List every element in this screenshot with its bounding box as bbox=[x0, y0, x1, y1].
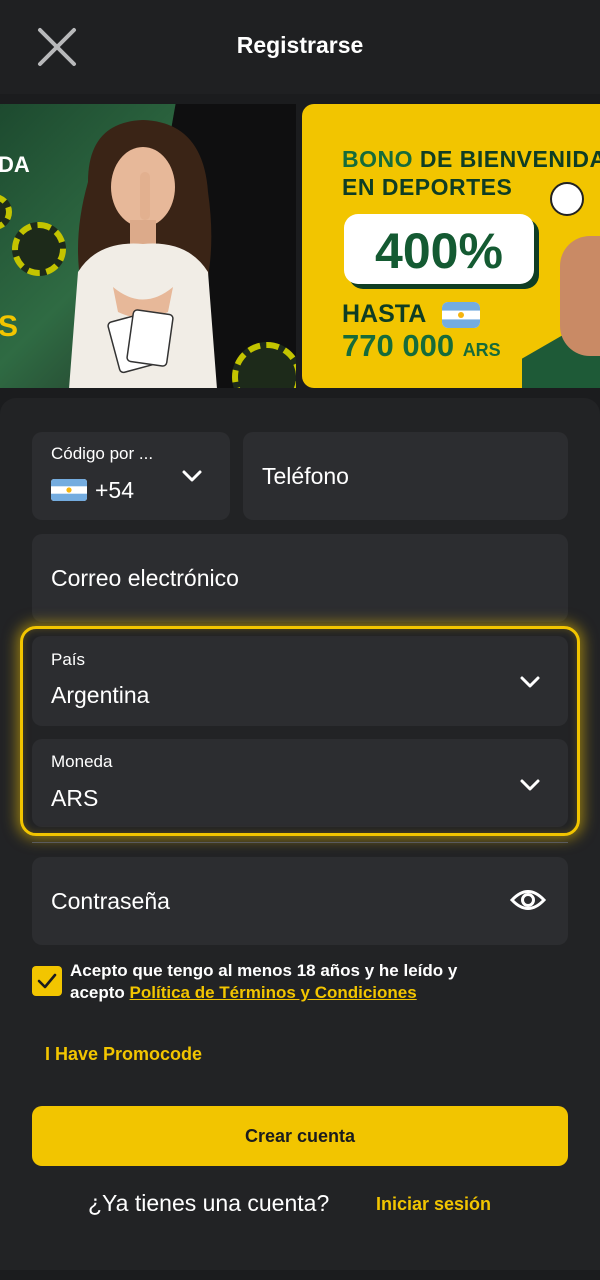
banner-headline-line2: EN DEPORTES bbox=[342, 174, 513, 200]
email-field[interactable]: Correo electrónico bbox=[32, 534, 568, 622]
chevron-down-icon bbox=[520, 779, 540, 791]
country-value: Argentina bbox=[51, 682, 150, 708]
banner-hasta: HASTA bbox=[342, 300, 427, 328]
banner-amount: 770 000 ARS bbox=[342, 328, 501, 364]
password-field[interactable]: Contraseña bbox=[32, 857, 568, 945]
soccer-ball-icon bbox=[550, 182, 584, 216]
banner-bono-word: BONO bbox=[342, 146, 413, 172]
phone-field[interactable]: Teléfono bbox=[243, 432, 568, 520]
divider bbox=[32, 842, 568, 843]
banner-left-text: DA bbox=[0, 152, 30, 177]
chevron-down-icon bbox=[182, 470, 202, 482]
terms-text: Acepto que tengo al menos 18 años y he l… bbox=[70, 960, 510, 1004]
country-code-label: Código por ... bbox=[51, 444, 154, 463]
country-code-value: +54 bbox=[95, 477, 135, 503]
phone-placeholder: Teléfono bbox=[262, 463, 349, 489]
terms-link[interactable]: Política de Términos y Condiciones bbox=[130, 983, 417, 1002]
page-title: Registrarse bbox=[236, 32, 364, 58]
currency-value: ARS bbox=[51, 785, 99, 811]
banner-percent: 400% bbox=[375, 223, 503, 279]
country-code-select[interactable]: Código por ... +54 bbox=[32, 432, 230, 520]
login-link[interactable]: Iniciar sesión bbox=[376, 1194, 491, 1215]
email-placeholder: Correo electrónico bbox=[51, 565, 239, 591]
promo-banner[interactable]: DA S BONO DE BIENVENIDA EN DEPORTES 400%… bbox=[0, 104, 600, 388]
terms-checkbox[interactable] bbox=[32, 966, 62, 996]
woman-illustration bbox=[69, 120, 217, 388]
create-account-button[interactable]: Crear cuenta bbox=[32, 1106, 568, 1166]
chevron-down-icon bbox=[520, 676, 540, 688]
password-placeholder: Contraseña bbox=[51, 888, 170, 914]
promocode-link[interactable]: I Have Promocode bbox=[45, 1044, 202, 1065]
banner-bono-rest: DE BIENVENIDA bbox=[419, 146, 600, 172]
country-select[interactable]: País Argentina bbox=[32, 636, 568, 726]
header: Registrarse bbox=[0, 0, 600, 94]
checkmark-icon bbox=[37, 973, 57, 989]
banner-headline: BONO DE BIENVENIDA bbox=[342, 146, 600, 173]
have-account-text: ¿Ya tienes una cuenta? bbox=[88, 1190, 330, 1216]
banner-amount-currency: ARS bbox=[462, 340, 501, 360]
eye-icon[interactable] bbox=[510, 885, 546, 915]
banner-amount-value: 770 000 bbox=[342, 328, 455, 363]
currency-label: Moneda bbox=[51, 752, 113, 771]
banner-left-letter: S bbox=[0, 310, 19, 343]
argentina-flag-icon bbox=[51, 479, 87, 501]
banner-right-panel: BONO DE BIENVENIDA EN DEPORTES 400% HAST… bbox=[302, 104, 600, 388]
country-label: País bbox=[51, 650, 86, 669]
poker-chip-icon bbox=[0, 194, 12, 230]
argentina-flag-icon bbox=[442, 302, 480, 328]
athlete-arm-illustration bbox=[560, 236, 600, 356]
banner-left-panel: DA S bbox=[0, 104, 296, 388]
currency-select[interactable]: Moneda ARS bbox=[32, 739, 568, 827]
